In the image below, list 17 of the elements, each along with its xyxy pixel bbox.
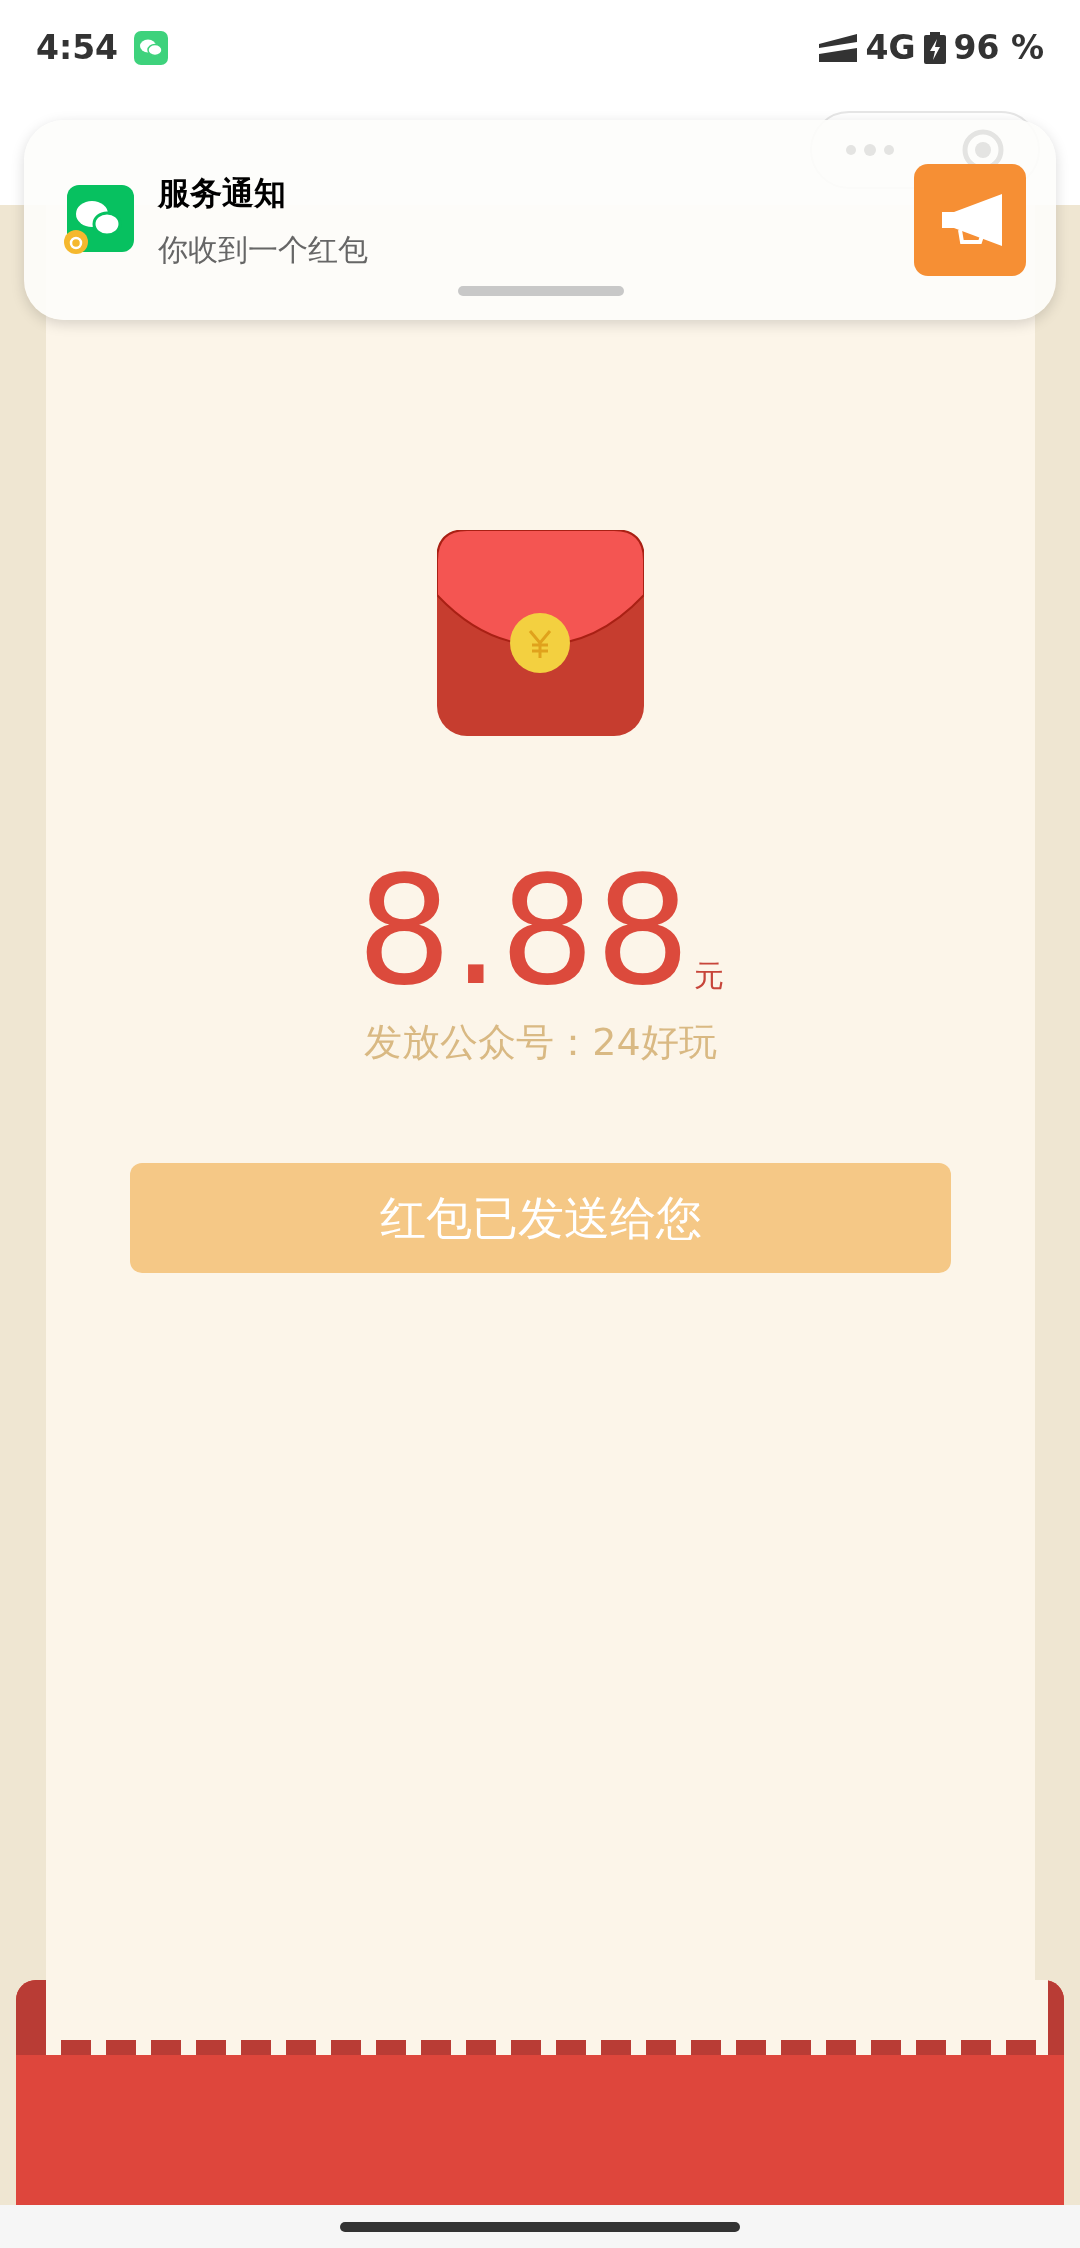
notification-message: 你收到一个红包 [158,230,369,269]
notification-title: 服务通知 [158,172,287,214]
notification-toast[interactable]: 服务通知 你收到一个红包 [24,120,1056,320]
envelope-icon [437,530,644,736]
currency-unit: 元 [694,957,725,995]
chat-app-icon [134,30,169,65]
megaphone-icon [914,164,1026,276]
battery-level: 96 % [953,26,1044,69]
drag-handle[interactable] [458,286,624,296]
network-label: 4G [865,26,916,69]
battery-icon [923,31,946,64]
clock-time: 4:54 [36,26,119,69]
home-indicator[interactable] [340,2221,740,2232]
amount: 8.88 [356,856,691,1006]
signal-icon [819,33,858,62]
chat-app-icon [64,185,134,255]
sender-label: 发放公众号：24好玩 [364,1019,717,1066]
